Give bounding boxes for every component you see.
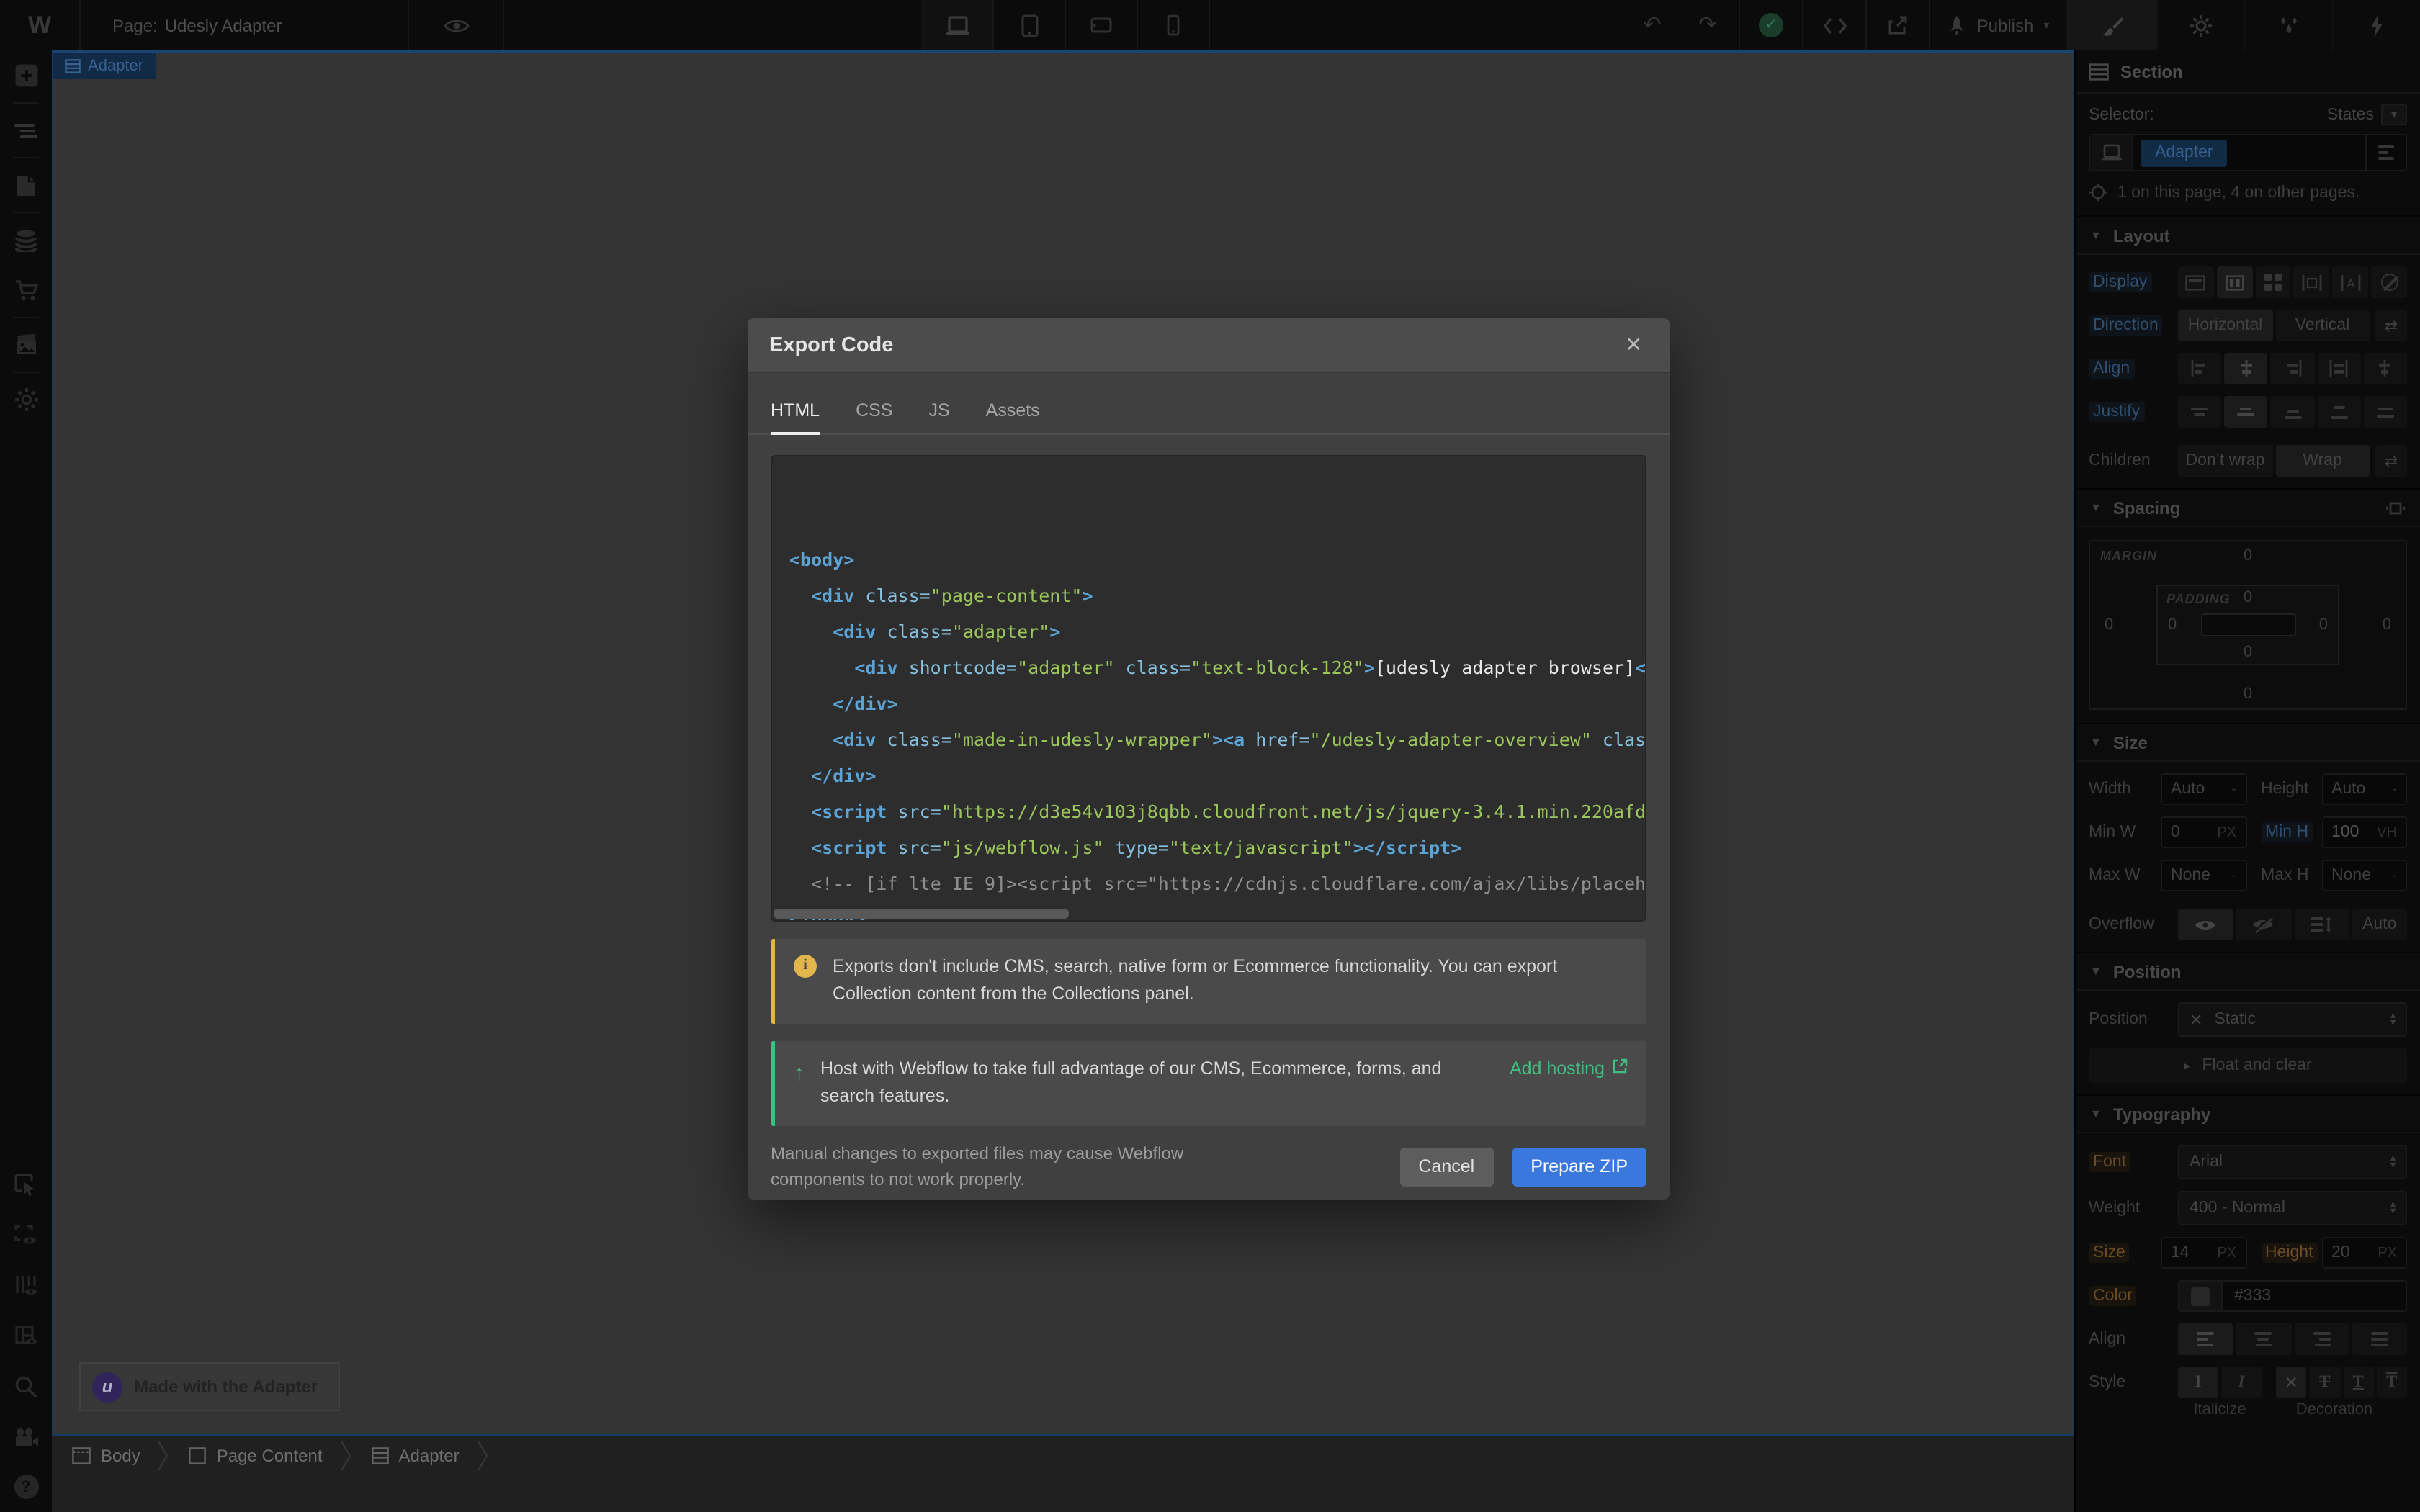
code-line: </div> (789, 685, 1628, 721)
close-button[interactable]: ✕ (1620, 327, 1648, 363)
export-warning-note: i Exports don't include CMS, search, nat… (771, 939, 1646, 1024)
add-hosting-label: Add hosting (1510, 1056, 1605, 1084)
modal-header: Export Code ✕ (748, 318, 1670, 373)
code-line: <div shortcode="adapter" class="text-blo… (789, 649, 1628, 685)
hosting-text: Host with Webflow to take full advantage… (820, 1056, 1485, 1112)
tab-css[interactable]: CSS (856, 386, 892, 433)
code-line: <script src="js/webflow.js" type="text/j… (789, 829, 1628, 865)
footer-note: Manual changes to exported files may cau… (771, 1140, 1203, 1193)
modal-tabs: HTML CSS JS Assets (748, 386, 1670, 435)
modal-title: Export Code (769, 333, 1620, 356)
arrow-up-icon: ↑ (794, 1057, 805, 1112)
close-icon: ✕ (1626, 333, 1642, 356)
code-line: <body> (789, 541, 1628, 577)
hosting-note: ↑ Host with Webflow to take full advanta… (771, 1041, 1646, 1126)
code-line: <div class="page-content"> (789, 577, 1628, 613)
tab-html[interactable]: HTML (771, 386, 820, 433)
prepare-zip-button[interactable]: Prepare ZIP (1512, 1148, 1646, 1187)
code-line: <script src="https://d3e54v103j8qbb.clou… (789, 793, 1628, 829)
code-line: <div class="made-in-udesly-wrapper"><a h… (789, 721, 1628, 757)
code-line: </div> (789, 757, 1628, 793)
webflow-designer: W Page: Udesly Adapter ↶ ↷ ✓ (0, 0, 2420, 1512)
info-icon: i (794, 955, 817, 978)
tab-assets[interactable]: Assets (986, 386, 1040, 433)
export-warning-text: Exports don't include CMS, search, nativ… (833, 953, 1628, 1009)
scrollbar-thumb[interactable] (774, 909, 1070, 919)
code-line: <div class="adapter"> (789, 613, 1628, 649)
code-editor[interactable]: <body> <div class="page-content"> <div c… (771, 455, 1646, 922)
add-hosting-link[interactable]: Add hosting (1510, 1056, 1628, 1112)
code-line: <!-- [if lte IE 9]><script src="https://… (789, 865, 1628, 901)
export-code-modal: Export Code ✕ HTML CSS JS Assets <body> … (748, 318, 1670, 1200)
external-link-icon (1612, 1058, 1628, 1074)
modal-footer: Manual changes to exported files may cau… (748, 1125, 1670, 1200)
cancel-button[interactable]: Cancel (1399, 1148, 1493, 1187)
tab-js[interactable]: JS (928, 386, 949, 433)
horizontal-scrollbar (774, 907, 1644, 920)
